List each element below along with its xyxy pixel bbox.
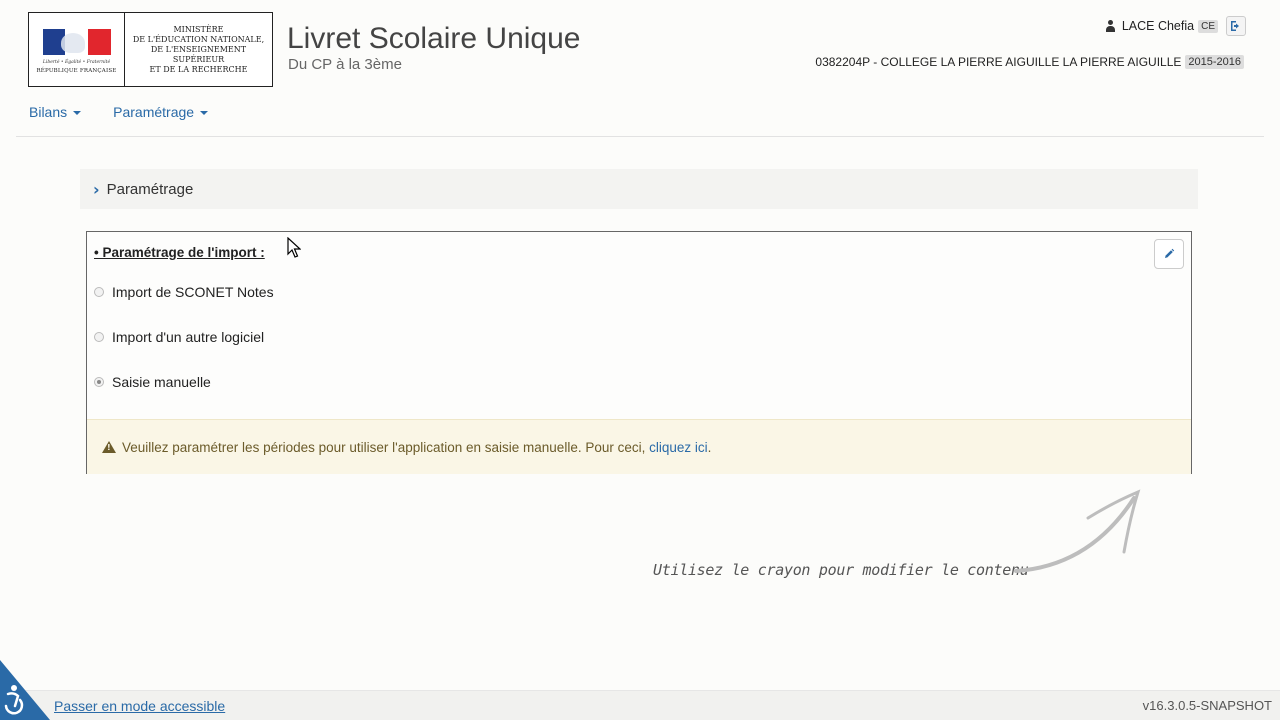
nav-divider [16, 136, 1264, 137]
radio-button[interactable] [94, 287, 104, 297]
user-area: LACE Chefia CE [1105, 16, 1246, 36]
mouse-cursor-icon [287, 237, 301, 258]
logout-button[interactable] [1226, 16, 1246, 36]
marianne-logo: Liberté • Égalité • Fraternité RÉPUBLIQU… [29, 13, 125, 86]
nav-parametrage[interactable]: Paramétrage [113, 104, 209, 120]
main-nav: Bilans Paramétrage [29, 104, 209, 120]
radio-import-sconet[interactable]: Import de SCONET Notes [94, 284, 274, 300]
school-info: 0382204P - COLLEGE LA PIERRE AIGUILLE LA… [815, 55, 1244, 69]
school-year-badge: 2015-2016 [1185, 55, 1244, 69]
chevron-right-icon: › [93, 179, 100, 199]
accessibility-icon[interactable] [0, 660, 50, 720]
radio-import-autre[interactable]: Import d'un autre logiciel [94, 329, 264, 345]
edit-button[interactable] [1154, 239, 1184, 269]
caret-down-icon [73, 111, 82, 115]
section-header[interactable]: › Paramétrage [80, 169, 1198, 209]
radio-label: Saisie manuelle [112, 374, 211, 390]
pencil-icon [1165, 248, 1175, 258]
user-role-badge: CE [1198, 19, 1218, 33]
nav-bilans[interactable]: Bilans [29, 104, 82, 120]
french-flag-icon [42, 29, 111, 55]
version-label: v16.3.0.5-SNAPSHOT [1142, 698, 1272, 713]
accessible-mode-link[interactable]: Passer en mode accessible [54, 698, 225, 714]
warning-icon [102, 441, 116, 453]
section-title: Paramétrage [106, 180, 194, 198]
hint-arrow-icon [1014, 489, 1141, 573]
radio-button[interactable] [94, 332, 104, 342]
alert-text: Veuillez paramétrer les périodes pour ut… [122, 439, 712, 455]
pencil-hint: Utilisez le crayon pour modifier le cont… [653, 561, 1029, 579]
alert-link[interactable]: cliquez ici [649, 440, 708, 455]
logout-icon [1231, 21, 1239, 31]
nav-bilans-label: Bilans [29, 104, 68, 120]
ministry-logo: Liberté • Égalité • Fraternité RÉPUBLIQU… [28, 12, 273, 87]
panel-heading: • Paramétrage de l'import : [94, 245, 265, 260]
caret-down-icon [200, 111, 209, 115]
radio-label: Import d'un autre logiciel [112, 329, 265, 345]
school-name: 0382204P - COLLEGE LA PIERRE AIGUILLE LA… [815, 55, 1182, 69]
user-name: LACE Chefia [1121, 19, 1195, 33]
app-subtitle: Du CP à la 3ème [288, 56, 402, 73]
user-icon [1105, 20, 1116, 32]
warning-alert: Veuillez paramétrer les périodes pour ut… [87, 419, 1191, 474]
import-settings-panel: • Paramétrage de l'import : Import de SC… [86, 231, 1192, 474]
ministere-text: MINISTÈRE DE L'ÉDUCATION NATIONALE, DE L… [132, 24, 265, 74]
radio-label: Import de SCONET Notes [112, 284, 274, 300]
devise-text: Liberté • Égalité • Fraternité [42, 60, 111, 65]
radio-button-checked[interactable] [94, 377, 104, 387]
app-title: Livret Scolaire Unique [287, 22, 581, 55]
republique-text: RÉPUBLIQUE FRANÇAISE [36, 68, 117, 74]
radio-saisie-manuelle[interactable]: Saisie manuelle [94, 374, 211, 390]
nav-parametrage-label: Paramétrage [113, 104, 195, 120]
